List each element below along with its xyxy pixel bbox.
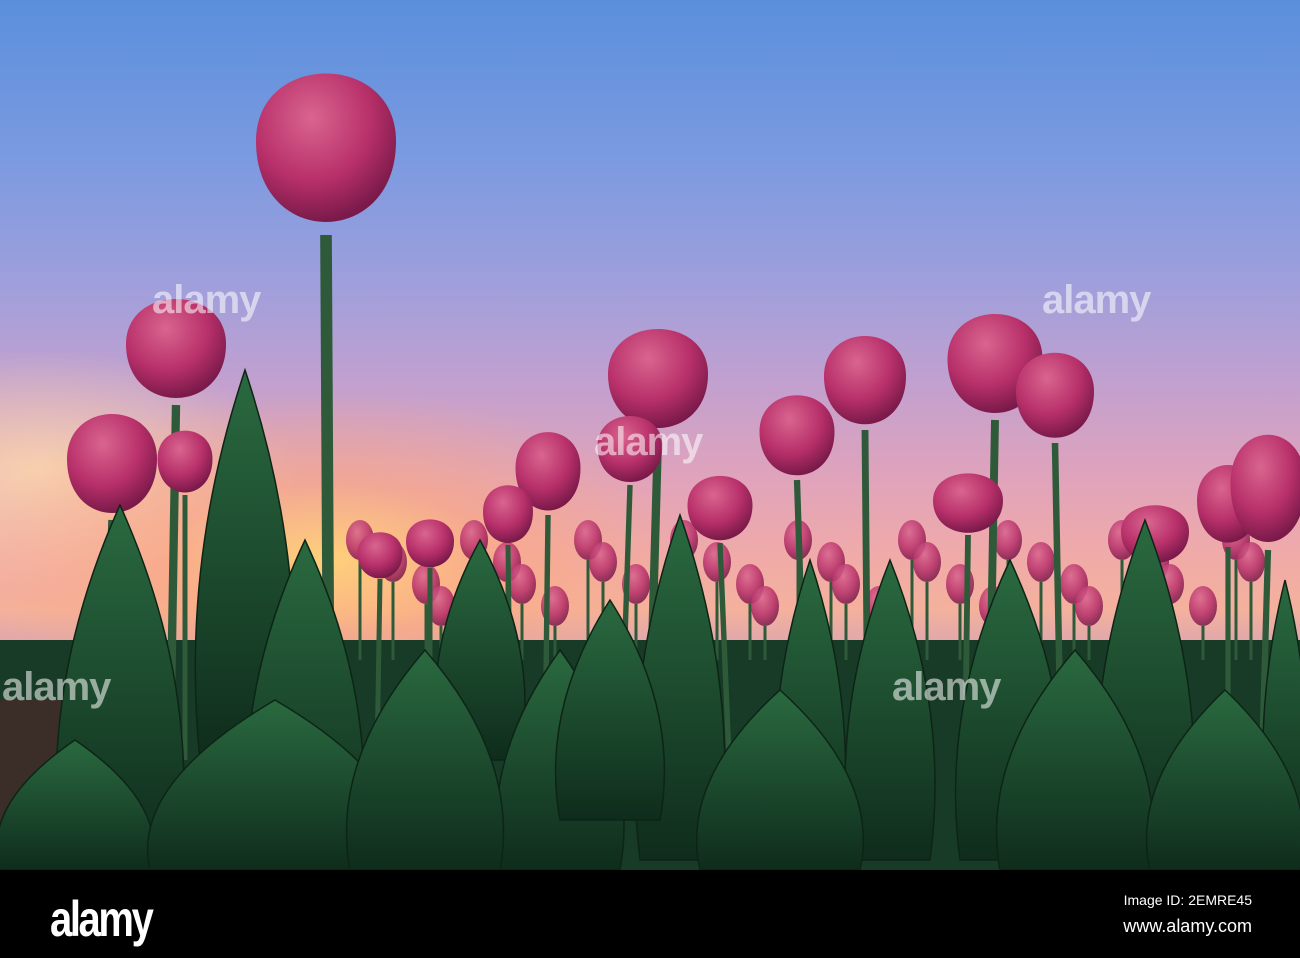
- tulip-bloom: [67, 414, 157, 513]
- watermark-text: alamy: [594, 420, 703, 464]
- tulip-bloom: [157, 430, 213, 493]
- tulip-bloom: [608, 329, 708, 428]
- background-tulip-bloom: [1027, 542, 1055, 582]
- background-tulip-bloom: [1189, 586, 1217, 626]
- tulip-bloom: [256, 73, 396, 222]
- background-tulip-bloom: [508, 564, 536, 604]
- footer-bar: alamy Image ID: 2EMRE45 www.alamy.com: [0, 870, 1300, 958]
- watermark-text: alamy: [1042, 278, 1151, 322]
- background-tulip-bloom: [994, 520, 1022, 560]
- tulip-bloom: [406, 519, 454, 568]
- tulip-bloom: [483, 485, 533, 543]
- tulip-bloom: [824, 336, 906, 425]
- watermark-text: alamy: [152, 278, 261, 322]
- tulip-bloom: [687, 475, 753, 541]
- tulip-bloom: [1016, 352, 1094, 438]
- watermark-text: alamy: [2, 665, 111, 709]
- tulip-bloom: [357, 532, 403, 579]
- tulip-field-photo: alamy alamy alamy alamy alamy: [0, 0, 1300, 870]
- background-tulip-bloom: [751, 586, 779, 626]
- tulip-bloom: [933, 473, 1003, 533]
- watermark-text: alamy: [892, 665, 1001, 709]
- background-tulip-bloom: [832, 564, 860, 604]
- tulip-bloom: [759, 395, 835, 476]
- background-tulip-bloom: [1237, 542, 1265, 582]
- background-tulip-bloom: [913, 542, 941, 582]
- alamy-logo: alamy: [50, 891, 154, 947]
- background-tulip-bloom: [1075, 586, 1103, 626]
- site-url: www.alamy.com: [1123, 916, 1252, 936]
- background-tulip-bloom: [589, 542, 617, 582]
- background-tulip-bloom: [703, 542, 731, 582]
- image-id: Image ID: 2EMRE45: [1123, 892, 1252, 908]
- stock-photo-page: alamy alamy alamy alamy alamy alamy Imag…: [0, 0, 1300, 958]
